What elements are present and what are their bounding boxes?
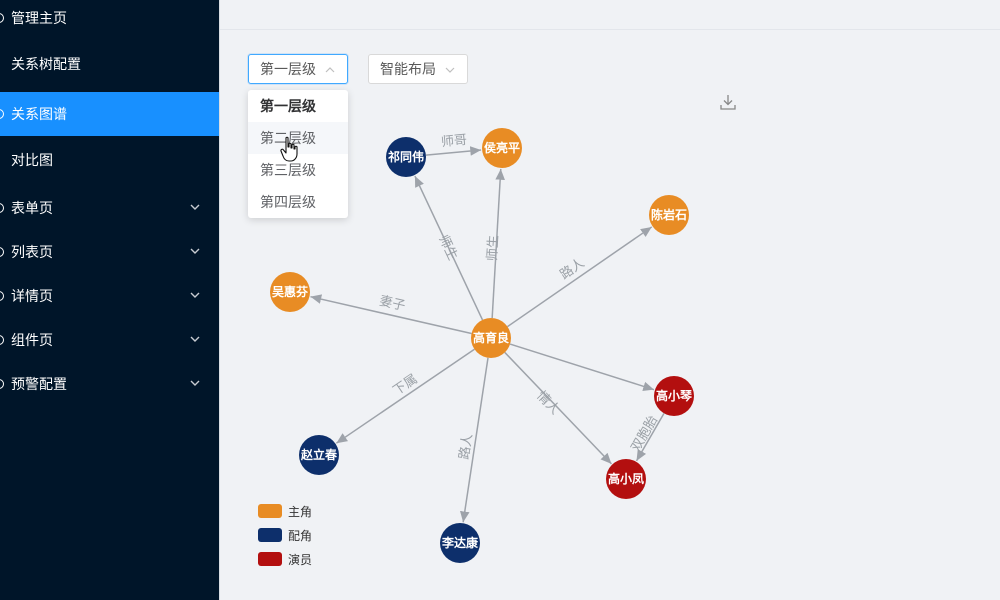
node-label: 李达康 xyxy=(441,535,479,550)
node-label: 赵立春 xyxy=(300,447,338,462)
sidebar-item-label: 表单页 xyxy=(11,200,53,216)
graph-node[interactable]: 赵立春 xyxy=(299,435,339,475)
sidebar-item-label: 关系图谱 xyxy=(11,106,67,122)
node-label: 祁同伟 xyxy=(388,149,424,164)
sidebar-item-label: 关系树配置 xyxy=(11,56,81,72)
menu-circle-icon xyxy=(0,13,4,23)
edge-label: 情人 xyxy=(534,388,563,417)
menu-circle-icon xyxy=(0,247,4,257)
node-label: 吴惠芬 xyxy=(272,284,309,299)
menu-circle-icon xyxy=(0,291,4,301)
sidebar-item-alert-config[interactable]: 预警配置 xyxy=(0,362,219,406)
sidebar-item-label: 预警配置 xyxy=(11,376,67,392)
legend-item: 配角 xyxy=(258,527,338,543)
legend-swatch xyxy=(258,552,282,566)
legend-item: 主角 xyxy=(258,503,338,519)
legend-item: 演员 xyxy=(258,551,338,567)
edge-label: 下属 xyxy=(390,371,420,398)
sidebar-item-relation-graph[interactable]: 关系图谱 xyxy=(0,92,219,136)
sidebar-item-label: 列表页 xyxy=(11,244,53,260)
graph-edge[interactable] xyxy=(335,348,475,444)
menu-circle-icon xyxy=(0,335,4,345)
level-option[interactable]: 第一层级 xyxy=(248,90,348,122)
sidebar: 管理主页关系树配置关系图谱对比图表单页列表页详情页组件页预警配置 xyxy=(0,0,219,600)
legend-label: 演员 xyxy=(288,552,313,567)
node-label: 陈岩石 xyxy=(651,207,687,222)
graph-node[interactable]: 吴惠芬 xyxy=(270,272,310,312)
sidebar-item-label: 管理主页 xyxy=(11,10,67,26)
graph-node[interactable]: 高小琴 xyxy=(654,376,694,416)
menu-circle-icon xyxy=(0,379,4,389)
menu-circle-icon xyxy=(0,109,4,119)
chevron-down-icon xyxy=(190,380,200,386)
chevron-down-icon xyxy=(190,336,200,342)
legend-label: 主角 xyxy=(288,504,313,519)
sidebar-item-home[interactable]: 管理主页 xyxy=(0,0,219,40)
sidebar-item-form[interactable]: 表单页 xyxy=(0,186,219,230)
edge-label: 师哥 xyxy=(440,132,467,149)
sidebar-item-label: 详情页 xyxy=(11,288,53,304)
node-label: 高小凤 xyxy=(608,471,644,486)
sidebar-item-tree-config[interactable]: 关系树配置 xyxy=(0,42,219,86)
legend-swatch xyxy=(258,504,282,518)
graph-node[interactable]: 高育良 xyxy=(471,318,511,358)
top-header xyxy=(220,0,1000,30)
chevron-down-icon xyxy=(190,292,200,298)
node-label: 高小琴 xyxy=(656,388,693,403)
graph-node[interactable]: 陈岩石 xyxy=(649,195,689,235)
sidebar-item-comparison[interactable]: 对比图 xyxy=(0,138,219,182)
edge-label: 妻子 xyxy=(378,293,407,313)
node-label: 高育良 xyxy=(473,330,509,345)
chevron-down-icon xyxy=(190,204,200,210)
graph-edge[interactable] xyxy=(425,146,482,156)
graph-edge[interactable] xyxy=(509,343,655,391)
graph-node[interactable]: 祁同伟 xyxy=(386,137,426,177)
graph-node[interactable]: 侯亮平 xyxy=(482,128,522,168)
node-label: 侯亮平 xyxy=(484,140,520,155)
sidebar-item-label: 对比图 xyxy=(11,152,53,168)
legend-swatch xyxy=(258,528,282,542)
edge-label: 路人 xyxy=(456,433,475,461)
sidebar-item-component[interactable]: 组件页 xyxy=(0,318,219,362)
sidebar-item-list[interactable]: 列表页 xyxy=(0,230,219,274)
edge-label: 师生 xyxy=(436,233,461,263)
graph-node[interactable]: 高小凤 xyxy=(606,459,646,499)
edge-label: 路人 xyxy=(557,255,587,282)
graph-node[interactable]: 李达康 xyxy=(440,523,480,563)
chevron-down-icon xyxy=(190,248,200,254)
legend-label: 配角 xyxy=(288,528,313,543)
edge-label: 师生 xyxy=(484,235,500,262)
hand-cursor-icon xyxy=(280,136,298,162)
sidebar-item-detail[interactable]: 详情页 xyxy=(0,274,219,318)
menu-circle-icon xyxy=(0,203,4,213)
edge-label: 双胞胎 xyxy=(628,413,660,454)
graph-edge[interactable] xyxy=(507,226,653,328)
sidebar-item-label: 组件页 xyxy=(11,332,53,348)
level-option[interactable]: 第四层级 xyxy=(248,186,348,218)
